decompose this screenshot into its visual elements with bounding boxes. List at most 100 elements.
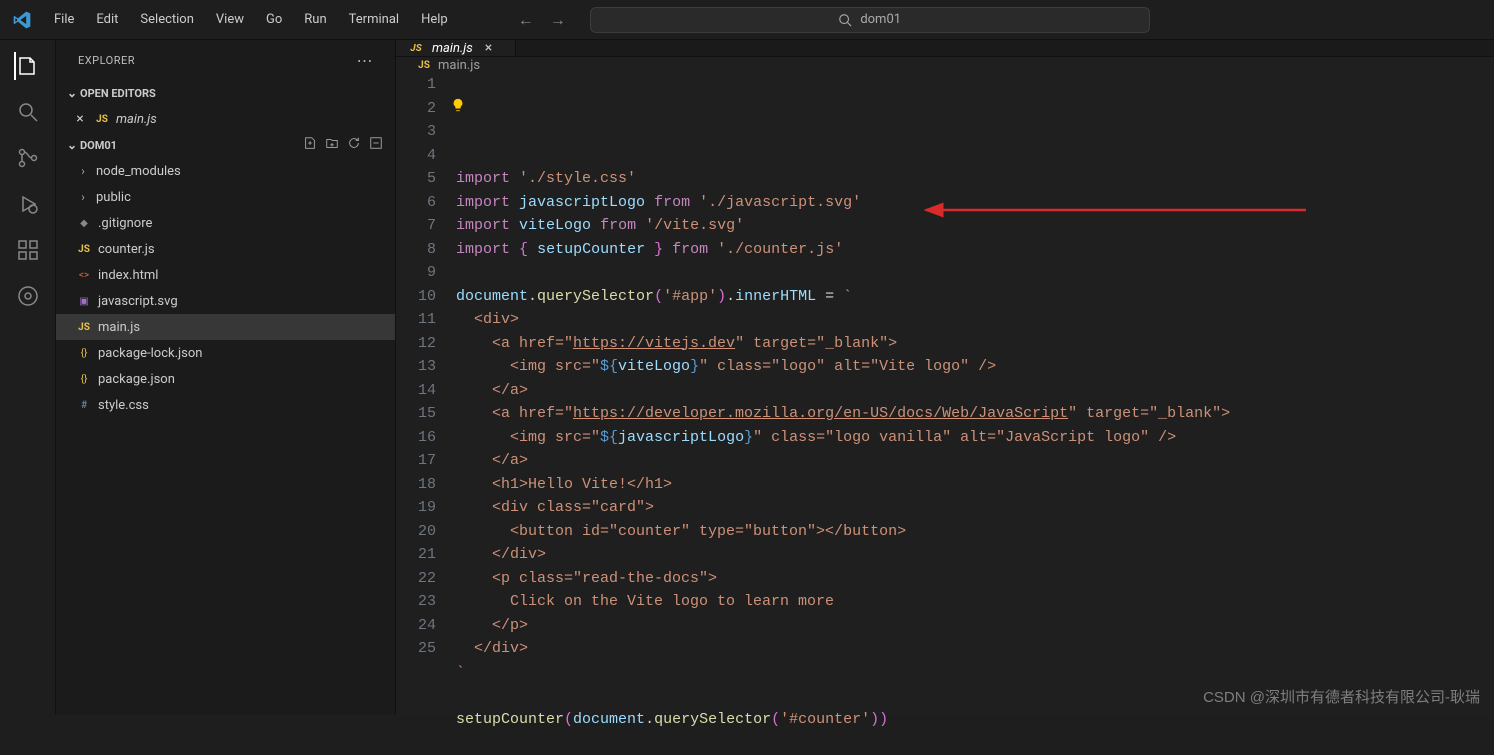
remote-icon[interactable] bbox=[14, 282, 42, 310]
collapse-icon[interactable] bbox=[369, 136, 383, 154]
menu-help[interactable]: Help bbox=[411, 8, 458, 31]
code-line[interactable] bbox=[456, 731, 1494, 755]
json-file-icon: {} bbox=[76, 371, 92, 387]
code-line[interactable]: <p class="read-the-docs"> bbox=[456, 567, 1494, 591]
js-file-icon: JS bbox=[76, 241, 92, 257]
breadcrumb[interactable]: JS main.js bbox=[396, 57, 1494, 73]
editor-area: JS main.js × JS main.js 1234567891011121… bbox=[396, 40, 1494, 715]
new-file-icon[interactable] bbox=[303, 136, 317, 154]
code-line[interactable]: setupCounter(document.querySelector('#co… bbox=[456, 708, 1494, 732]
gitignore-file-icon: ◆ bbox=[76, 215, 92, 231]
file-item[interactable]: {}package.json bbox=[56, 366, 395, 392]
js-file-icon: JS bbox=[416, 57, 432, 73]
titlebar: FileEditSelectionViewGoRunTerminalHelp ←… bbox=[0, 0, 1494, 40]
file-item[interactable]: # style.css bbox=[56, 392, 395, 418]
chevron-right-icon: › bbox=[76, 164, 90, 178]
close-icon[interactable]: × bbox=[72, 111, 88, 127]
folder-item[interactable]: › public bbox=[56, 184, 395, 210]
code-line[interactable]: ` bbox=[456, 661, 1494, 685]
menu-run[interactable]: Run bbox=[294, 8, 336, 31]
file-label: main.js bbox=[116, 112, 157, 127]
code-line[interactable]: import viteLogo from '/vite.svg' bbox=[456, 214, 1494, 238]
folder-label: public bbox=[96, 190, 131, 205]
command-center[interactable]: dom01 bbox=[590, 7, 1150, 33]
code-line[interactable] bbox=[456, 261, 1494, 285]
code-line[interactable]: </p> bbox=[456, 614, 1494, 638]
js-file-icon: JS bbox=[76, 319, 92, 335]
sidebar-title: EXPLORER bbox=[78, 54, 135, 67]
new-folder-icon[interactable] bbox=[325, 136, 339, 154]
menu-edit[interactable]: Edit bbox=[86, 8, 128, 31]
json-file-icon: {} bbox=[76, 345, 92, 361]
code-line[interactable]: <img src="${javascriptLogo}" class="logo… bbox=[456, 426, 1494, 450]
file-label: main.js bbox=[98, 320, 140, 335]
nav-forward-icon[interactable]: → bbox=[550, 10, 566, 30]
code-line[interactable]: <a href="https://vitejs.dev" target="_bl… bbox=[456, 332, 1494, 356]
search-icon bbox=[838, 13, 852, 27]
file-item[interactable]: ◆ .gitignore bbox=[56, 210, 395, 236]
activity-bar bbox=[0, 40, 56, 715]
html-file-icon: <> bbox=[76, 267, 92, 283]
file-label: javascript.svg bbox=[98, 294, 178, 309]
code-line[interactable]: <img src="${viteLogo}" class="logo" alt=… bbox=[456, 355, 1494, 379]
refresh-icon[interactable] bbox=[347, 136, 361, 154]
code-content[interactable]: import './style.css'import javascriptLog… bbox=[456, 73, 1494, 755]
code-line[interactable]: document.querySelector('#app').innerHTML… bbox=[456, 285, 1494, 309]
file-label: package-lock.json bbox=[98, 346, 202, 361]
close-tab-icon[interactable]: × bbox=[485, 40, 492, 56]
lightbulb-icon[interactable] bbox=[450, 97, 466, 113]
line-numbers: 1234567891011121314151617181920212223242… bbox=[396, 73, 456, 755]
code-line[interactable]: <div class="card"> bbox=[456, 496, 1494, 520]
folder-header[interactable]: ⌄ DOM01 bbox=[56, 132, 395, 158]
open-editors-label: OPEN EDITORS bbox=[80, 87, 156, 100]
nav-back-icon[interactable]: ← bbox=[518, 10, 534, 30]
code-line[interactable]: import { setupCounter } from './counter.… bbox=[456, 238, 1494, 262]
menu-view[interactable]: View bbox=[206, 8, 254, 31]
svg-file-icon: ▣ bbox=[76, 293, 92, 309]
menu-terminal[interactable]: Terminal bbox=[339, 8, 409, 31]
code-line[interactable]: </div> bbox=[456, 637, 1494, 661]
js-file-icon: JS bbox=[408, 40, 424, 56]
explorer-icon[interactable] bbox=[14, 52, 42, 80]
file-label: counter.js bbox=[98, 242, 155, 257]
folder-actions bbox=[303, 136, 383, 154]
folder-item[interactable]: › node_modules bbox=[56, 158, 395, 184]
code-line[interactable]: <div> bbox=[456, 308, 1494, 332]
sidebar-more-icon[interactable]: ⋯ bbox=[357, 51, 374, 70]
file-item[interactable]: JS counter.js bbox=[56, 236, 395, 262]
file-label: index.html bbox=[98, 268, 158, 283]
code-line[interactable]: Click on the Vite logo to learn more bbox=[456, 590, 1494, 614]
breadcrumb-label: main.js bbox=[438, 58, 480, 73]
tab-main-js[interactable]: JS main.js × bbox=[396, 40, 516, 56]
run-debug-icon[interactable] bbox=[14, 190, 42, 218]
watermark: CSDN @深圳市有德者科技有限公司-耿瑞 bbox=[1203, 686, 1480, 707]
search-activity-icon[interactable] bbox=[14, 98, 42, 126]
folder-label: node_modules bbox=[96, 164, 181, 179]
code-editor[interactable]: 1234567891011121314151617181920212223242… bbox=[396, 73, 1494, 755]
code-line[interactable]: </div> bbox=[456, 543, 1494, 567]
menu-selection[interactable]: Selection bbox=[130, 8, 203, 31]
file-label: .gitignore bbox=[98, 216, 152, 231]
js-file-icon: JS bbox=[94, 111, 110, 127]
file-item[interactable]: {} package-lock.json bbox=[56, 340, 395, 366]
file-item[interactable]: <> index.html bbox=[56, 262, 395, 288]
code-line[interactable]: </a> bbox=[456, 379, 1494, 403]
file-item[interactable]: JS main.js bbox=[56, 314, 395, 340]
source-control-icon[interactable] bbox=[14, 144, 42, 172]
code-line[interactable]: <a href="https://developer.mozilla.org/e… bbox=[456, 402, 1494, 426]
menu-file[interactable]: File bbox=[44, 8, 84, 31]
code-line[interactable]: </a> bbox=[456, 449, 1494, 473]
open-editor-item[interactable]: × JS main.js bbox=[56, 106, 395, 132]
menu-go[interactable]: Go bbox=[256, 8, 292, 31]
code-line[interactable]: <button id="counter" type="button"></but… bbox=[456, 520, 1494, 544]
open-editors-header[interactable]: ⌄ OPEN EDITORS bbox=[56, 80, 395, 106]
code-line[interactable]: import './style.css' bbox=[456, 167, 1494, 191]
file-item[interactable]: ▣ javascript.svg bbox=[56, 288, 395, 314]
chevron-right-icon: › bbox=[76, 190, 90, 204]
extensions-icon[interactable] bbox=[14, 236, 42, 264]
file-label: style.css bbox=[98, 398, 149, 413]
folder-name: DOM01 bbox=[80, 139, 117, 152]
code-line[interactable]: <h1>Hello Vite!</h1> bbox=[456, 473, 1494, 497]
code-line[interactable]: import javascriptLogo from './javascript… bbox=[456, 191, 1494, 215]
css-file-icon: # bbox=[76, 397, 92, 413]
